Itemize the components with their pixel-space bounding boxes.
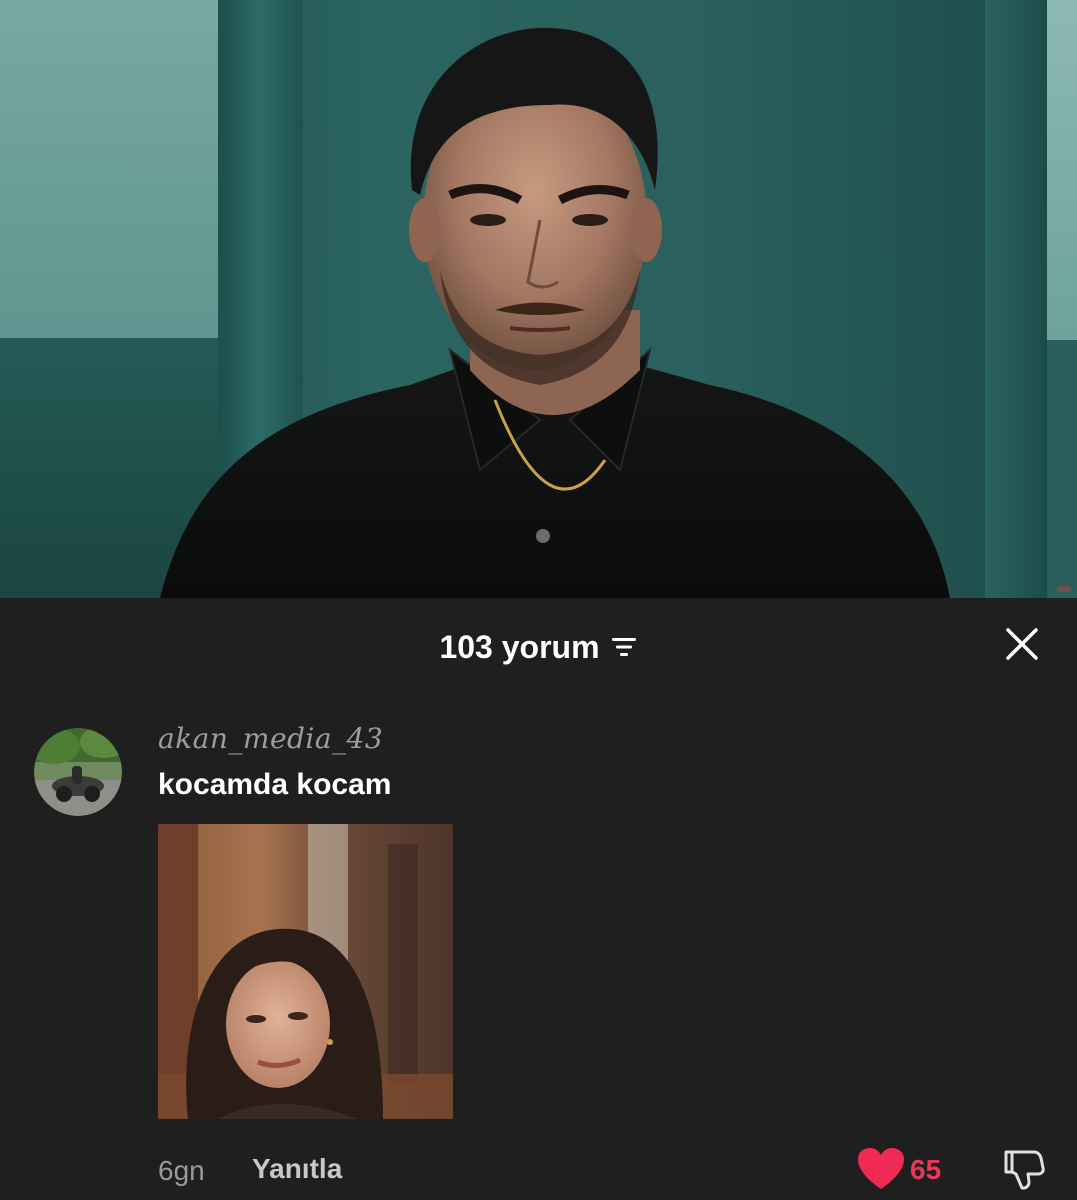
close-icon[interactable] [1002,624,1042,664]
filter-icon[interactable] [610,636,638,658]
comments-panel: 103 yorum akan_media_43 kocamda kocam 6g… [0,598,1077,1200]
user-avatar[interactable] [34,728,122,816]
watermark-icon [1057,586,1071,592]
comments-title: 103 yorum [0,624,1077,667]
heart-icon[interactable] [856,1146,906,1192]
comment-count: 103 yorum [439,628,600,665]
man-in-black-shirt-image [160,27,950,598]
like-count: 65 [910,1154,942,1185]
comment-attached-image[interactable] [158,824,453,1119]
comment-text: kocamda kocam [158,768,392,801]
comments-header: 103 yorum [0,598,1077,693]
comment-username[interactable]: akan_media_43 [158,722,383,755]
thumbs-down-icon[interactable] [1000,1146,1046,1192]
comment-timestamp: 6gn [158,1155,205,1186]
video-frame[interactable] [0,0,1077,598]
reply-button[interactable]: Yanıtla [252,1153,342,1185]
background-wall-right [1047,340,1077,598]
background-window-right [1047,0,1077,340]
background-pillar [985,0,1047,598]
